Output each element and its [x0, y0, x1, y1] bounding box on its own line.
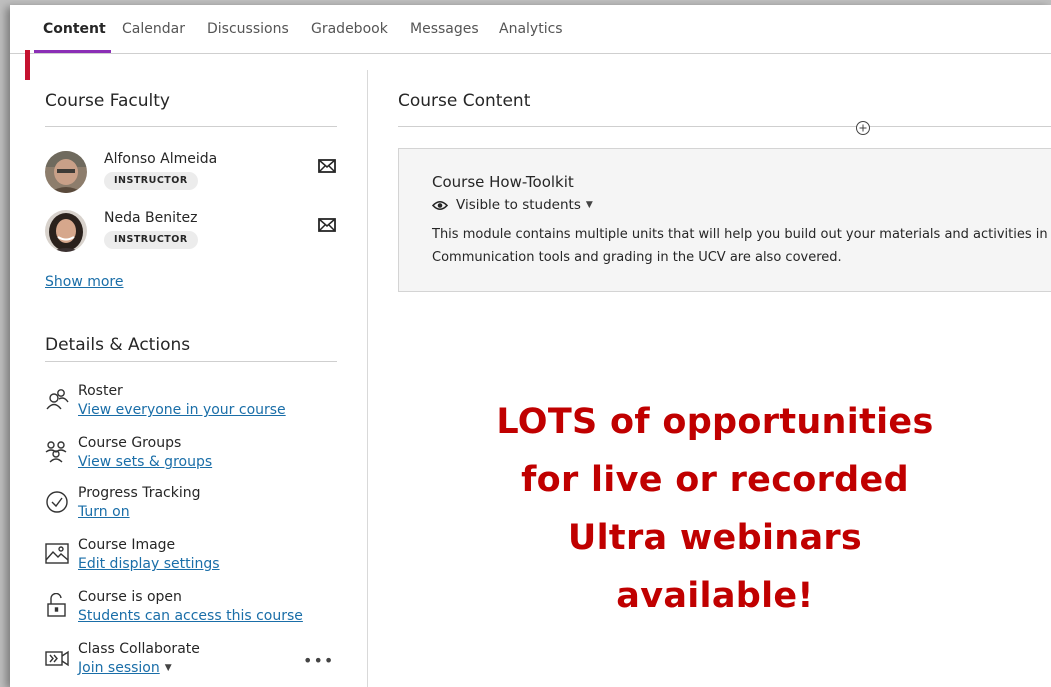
course-content-title: Course Content: [398, 91, 531, 111]
join-session-menu[interactable]: Join session ▼: [78, 660, 172, 676]
visibility-label: Visible to students: [456, 197, 581, 213]
active-tab-indicator: [34, 50, 111, 53]
action-progress: Progress Tracking Turn on: [45, 485, 337, 533]
visibility-dropdown[interactable]: Visible to students ▼: [432, 197, 593, 213]
action-title: Progress Tracking: [78, 485, 201, 501]
edit-display-link[interactable]: Edit display settings: [78, 556, 220, 572]
tab-gradebook[interactable]: Gradebook: [311, 21, 388, 37]
action-title: Class Collaborate: [78, 641, 200, 657]
chevron-down-icon[interactable]: ▼: [165, 663, 172, 673]
image-icon: [45, 543, 69, 564]
action-course-image: Course Image Edit display settings: [45, 537, 337, 585]
content-divider: [398, 126, 1051, 127]
tab-discussions[interactable]: Discussions: [207, 21, 289, 37]
avatar[interactable]: [45, 210, 87, 252]
promo-line: Ultra webinars: [567, 518, 863, 558]
details-title: Details & Actions: [45, 335, 191, 355]
add-content-icon[interactable]: [856, 121, 870, 135]
module-card[interactable]: Course How-Toolkit Visible to students ▼ …: [398, 148, 1051, 292]
promo-line: LOTS of opportunities: [496, 402, 934, 442]
description-line: Communication tools and grading in the U…: [432, 250, 842, 265]
view-groups-link[interactable]: View sets & groups: [78, 454, 212, 470]
avatar[interactable]: [45, 151, 87, 193]
more-options-icon[interactable]: •••: [303, 651, 334, 670]
show-more-link[interactable]: Show more: [45, 274, 124, 290]
promo-line: available!: [616, 576, 814, 616]
turn-on-link[interactable]: Turn on: [78, 504, 130, 520]
promo-line: for live or recorded: [521, 460, 909, 500]
tab-messages[interactable]: Messages: [410, 21, 479, 37]
action-title: Roster: [78, 383, 123, 399]
section-marker: [25, 50, 30, 80]
collaborate-icon: [45, 650, 69, 667]
join-session-link[interactable]: Join session: [78, 660, 160, 676]
faculty-member: Neda Benitez INSTRUCTOR: [45, 210, 337, 260]
action-title: Course is open: [78, 589, 182, 605]
action-course-open: Course is open Students can access this …: [45, 589, 337, 637]
course-page: Content Calendar Discussions Gradebook M…: [10, 5, 1051, 687]
students-access-link[interactable]: Students can access this course: [78, 608, 303, 624]
promo-overlay-text: LOTS of opportunities for live or record…: [400, 393, 1030, 625]
mail-icon[interactable]: [318, 159, 336, 173]
chevron-down-icon: ▼: [585, 200, 593, 210]
faculty-title: Course Faculty: [45, 91, 170, 111]
action-collaborate: Class Collaborate Join session ▼ •••: [45, 641, 337, 687]
mail-icon[interactable]: [318, 218, 336, 232]
tab-content[interactable]: Content: [43, 21, 106, 37]
action-title: Course Groups: [78, 435, 182, 451]
unlock-icon: [47, 593, 66, 617]
check-circle-icon: [46, 491, 68, 513]
action-title: Course Image: [78, 537, 176, 553]
faculty-member: Alfonso Almeida INSTRUCTOR: [45, 151, 337, 201]
view-roster-link[interactable]: View everyone in your course: [78, 402, 286, 418]
groups-icon: [45, 441, 67, 463]
eye-icon: [432, 200, 448, 210]
role-badge: INSTRUCTOR: [104, 231, 198, 249]
faculty-name[interactable]: Alfonso Almeida: [104, 151, 217, 167]
action-roster: Roster View everyone in your course: [45, 383, 337, 431]
action-groups: Course Groups View sets & groups: [45, 435, 337, 483]
faculty-divider: [45, 126, 337, 127]
module-description: This module contains multiple units that…: [432, 223, 1051, 269]
tab-analytics[interactable]: Analytics: [499, 21, 563, 37]
course-tabs: Content Calendar Discussions Gradebook M…: [10, 5, 1051, 54]
role-badge: INSTRUCTOR: [104, 172, 198, 190]
faculty-name[interactable]: Neda Benitez: [104, 210, 197, 226]
roster-icon: [46, 389, 69, 410]
module-title[interactable]: Course How-Toolkit: [432, 173, 574, 191]
column-divider: [367, 70, 368, 687]
tab-calendar[interactable]: Calendar: [122, 21, 185, 37]
description-line: This module contains multiple units that…: [432, 227, 1048, 242]
details-divider: [45, 361, 337, 362]
